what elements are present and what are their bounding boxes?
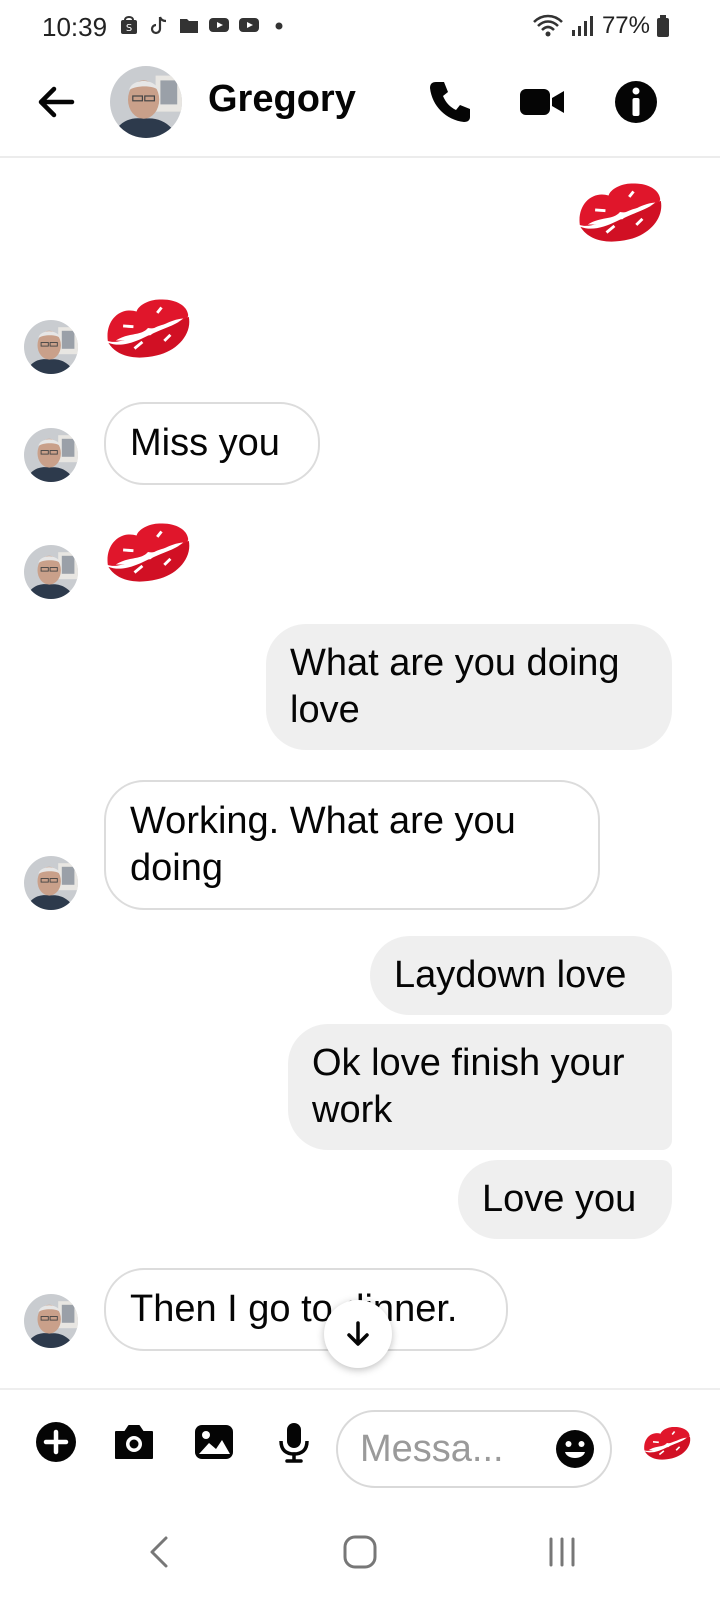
message-input-placeholder: Messa... (360, 1428, 504, 1470)
battery-icon (657, 15, 669, 37)
contact-name[interactable]: Gregory (208, 78, 356, 121)
video-camera-icon[interactable] (516, 76, 568, 128)
contact-avatar[interactable] (110, 66, 182, 138)
status-bar: 10:39 S 77% (0, 0, 720, 52)
message-bubble-incoming[interactable]: Miss you (104, 402, 320, 485)
plus-icon[interactable] (34, 1420, 78, 1464)
signal-icon (571, 16, 593, 36)
message-bubble-incoming[interactable]: Then I go to dinner. (104, 1268, 508, 1351)
shopping-bag-icon: S (121, 16, 137, 34)
kiss-mark-icon[interactable] (100, 512, 196, 592)
camera-icon[interactable] (112, 1420, 156, 1464)
status-time: 10:39 (42, 12, 108, 42)
back-icon[interactable] (138, 1530, 182, 1574)
arrow-down-icon (347, 1321, 369, 1346)
notification-icons: S (118, 14, 290, 36)
folder-icon (180, 19, 198, 33)
home-icon[interactable] (338, 1530, 382, 1574)
svg-text:S: S (126, 23, 132, 34)
message-bubble-outgoing[interactable]: Love you (458, 1160, 672, 1239)
system-navigation-bar (0, 1500, 720, 1600)
conversation-header: Gregory (0, 52, 720, 158)
scroll-to-bottom-button[interactable] (324, 1300, 392, 1368)
phone-icon[interactable] (424, 76, 476, 128)
avatar[interactable] (24, 320, 78, 374)
battery-percent: 77% (601, 12, 650, 39)
youtube-icon (239, 18, 259, 32)
message-bubble-outgoing[interactable]: Laydown love (370, 936, 672, 1015)
avatar[interactable] (24, 428, 78, 482)
message-input[interactable]: Messa... (336, 1410, 612, 1488)
microphone-icon[interactable] (272, 1420, 316, 1464)
avatar[interactable] (24, 1294, 78, 1348)
message-bubble-incoming[interactable]: Working. What are you doing (104, 780, 600, 910)
dot-icon (275, 22, 283, 30)
image-icon[interactable] (192, 1420, 236, 1464)
back-arrow-icon[interactable] (32, 78, 80, 126)
tiktok-icon (150, 16, 167, 35)
youtube-icon (209, 18, 229, 32)
info-icon[interactable] (610, 76, 662, 128)
wifi-icon (533, 14, 563, 37)
kiss-mark-icon[interactable] (100, 288, 196, 368)
emoji-icon[interactable] (554, 1428, 596, 1470)
message-bubble-outgoing[interactable]: What are you doing love (266, 624, 672, 750)
avatar[interactable] (24, 856, 78, 910)
message-composer: Messa... (0, 1388, 720, 1502)
kiss-mark-icon[interactable] (572, 172, 668, 252)
message-bubble-outgoing[interactable]: Ok love finish your work (288, 1024, 672, 1150)
kiss-mark-icon[interactable] (640, 1420, 694, 1466)
status-right: 77% (532, 12, 670, 40)
avatar[interactable] (24, 545, 78, 599)
recent-apps-icon[interactable] (540, 1530, 584, 1574)
